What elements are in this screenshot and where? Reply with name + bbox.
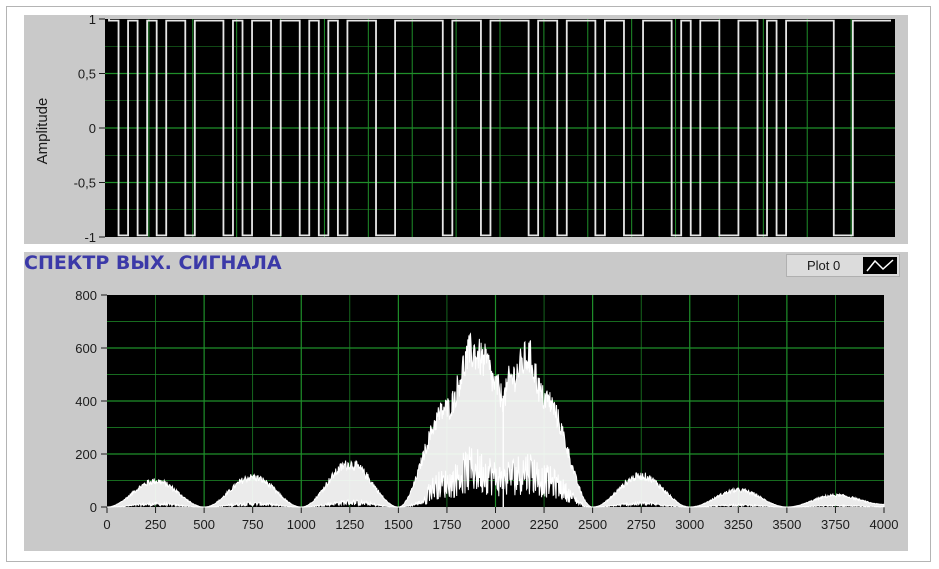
y-tick-label: -0,5 bbox=[74, 176, 96, 191]
y-tick-label: 600 bbox=[75, 341, 97, 356]
x-tick-label: 1000 bbox=[287, 517, 316, 532]
x-tick-label: 250 bbox=[145, 517, 167, 532]
y-tick-label: 1 bbox=[89, 12, 96, 27]
y-tick-label: 0 bbox=[90, 500, 97, 515]
y-tick-label: 400 bbox=[75, 394, 97, 409]
y-tick-label: -1 bbox=[84, 230, 96, 245]
x-tick-label: 2000 bbox=[481, 517, 510, 532]
amplitude-y-ticks: 1 0,5 0 -0,5 -1 bbox=[74, 12, 105, 245]
y-tick-label: 0,5 bbox=[78, 67, 96, 82]
x-tick-label: 1250 bbox=[335, 517, 364, 532]
plot-legend[interactable]: Plot 0 bbox=[786, 254, 900, 277]
x-tick-label: 4000 bbox=[870, 517, 899, 532]
x-tick-label: 2750 bbox=[627, 517, 656, 532]
spectrum-y-ticks: 0 200 400 600 800 bbox=[75, 288, 107, 515]
x-tick-label: 500 bbox=[193, 517, 215, 532]
x-tick-label: 0 bbox=[103, 517, 110, 532]
x-tick-label: 2250 bbox=[530, 517, 559, 532]
x-tick-label: 3250 bbox=[724, 517, 753, 532]
y-tick-label: 200 bbox=[75, 447, 97, 462]
x-tick-label: 750 bbox=[242, 517, 264, 532]
legend-label: Plot 0 bbox=[807, 258, 841, 273]
amplitude-y-axis-label: Amplitude bbox=[34, 98, 51, 165]
y-tick-label: 800 bbox=[75, 288, 97, 303]
charts-svg: 1 0,5 0 -0,5 -1 Amplitude 0 200 400 600 800 0 250… bbox=[34, 12, 898, 532]
line-style-icon[interactable] bbox=[863, 257, 897, 274]
spectrum-title: СПЕКТР ВЫХ. СИГНАЛА bbox=[24, 252, 282, 274]
y-tick-label: 0 bbox=[89, 121, 96, 136]
x-tick-label: 2500 bbox=[578, 517, 607, 532]
x-tick-label: 3000 bbox=[675, 517, 704, 532]
spectrum-x-ticks: 0 250 500 750 1000 1250 1500 1750 2000 2250 2500 27… bbox=[103, 507, 898, 532]
x-tick-label: 3750 bbox=[821, 517, 850, 532]
x-tick-label: 3500 bbox=[772, 517, 801, 532]
x-tick-label: 1500 bbox=[384, 517, 413, 532]
x-tick-label: 1750 bbox=[432, 517, 461, 532]
